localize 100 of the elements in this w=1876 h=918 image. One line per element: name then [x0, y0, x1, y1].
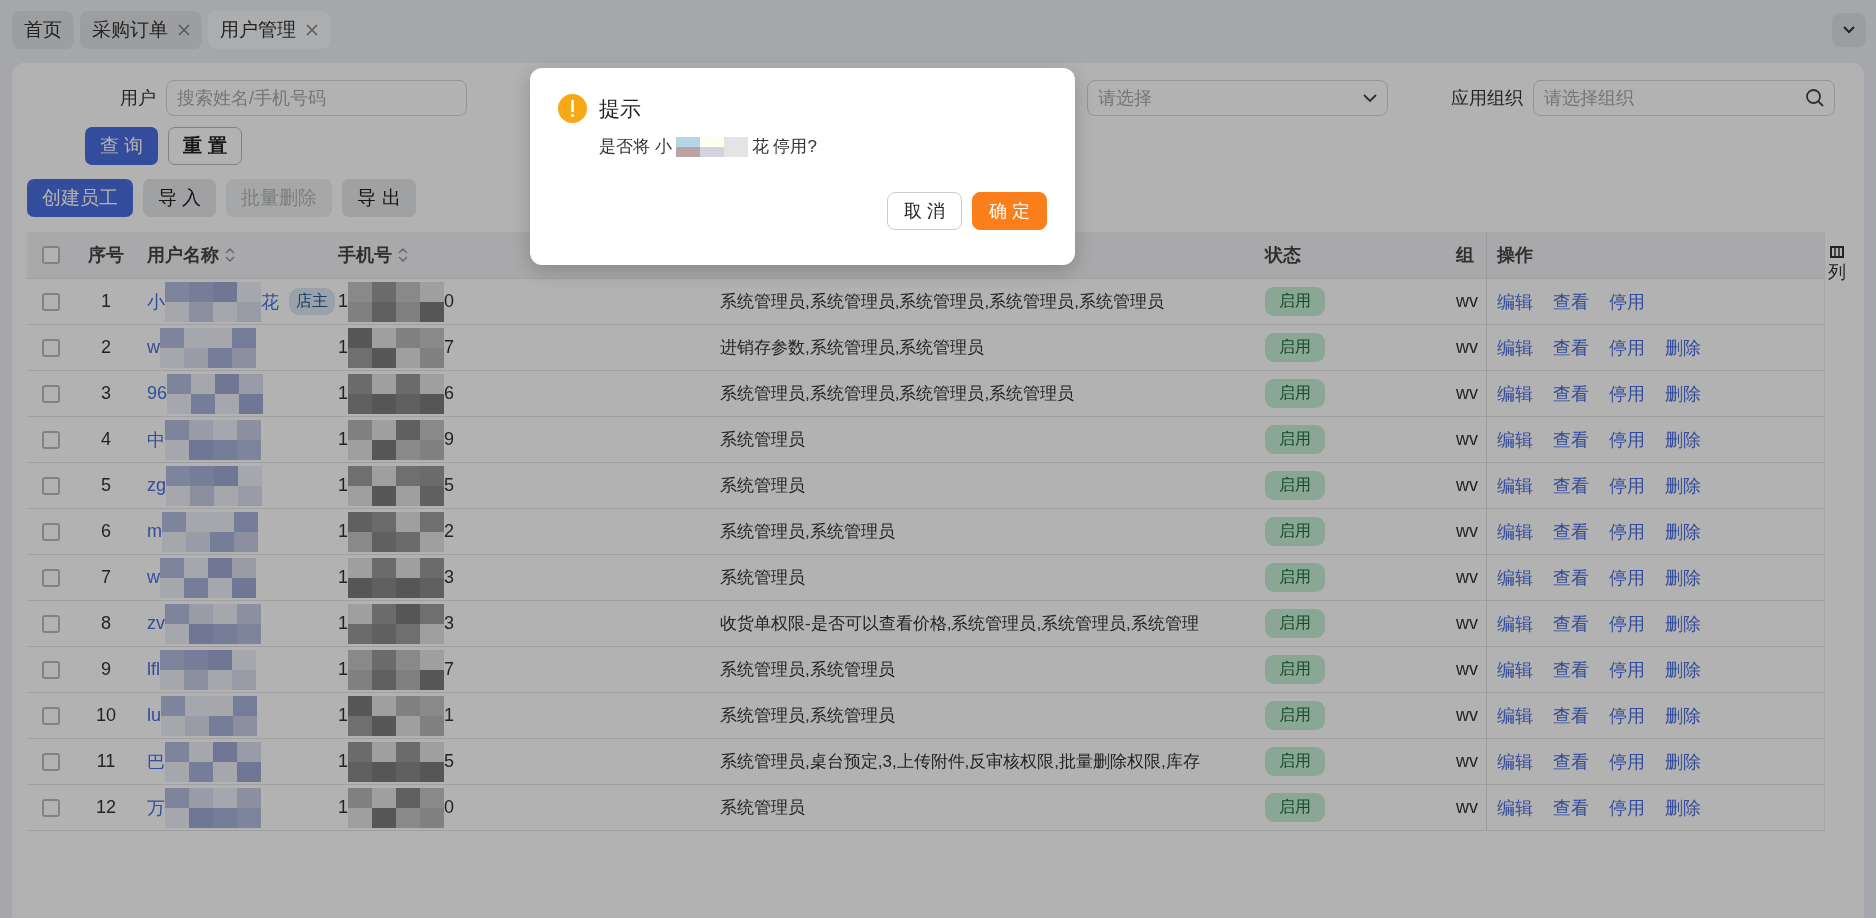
search-icon[interactable]: [1805, 88, 1825, 108]
tab[interactable]: 用户管理: [208, 11, 330, 49]
table-cell: wv: [1456, 475, 1478, 496]
close-icon[interactable]: [178, 24, 190, 36]
user-name-link[interactable]: w: [147, 567, 160, 588]
action-link[interactable]: 编辑: [1497, 381, 1533, 406]
user-name-link[interactable]: 万: [147, 795, 165, 820]
action-link[interactable]: 编辑: [1497, 519, 1533, 544]
table-cell: 11: [96, 751, 116, 772]
checkbox[interactable]: [42, 430, 60, 449]
user-name-link[interactable]: lu: [147, 705, 161, 726]
checkbox[interactable]: [42, 752, 60, 771]
action-link[interactable]: 查看: [1553, 657, 1589, 682]
tab[interactable]: 首页: [12, 11, 74, 49]
action-link[interactable]: 删除: [1665, 519, 1701, 544]
action-link[interactable]: 编辑: [1497, 565, 1533, 590]
action-link[interactable]: 删除: [1665, 335, 1701, 360]
user-name-link[interactable]: 小: [147, 289, 165, 314]
checkbox[interactable]: [42, 614, 60, 633]
user-name-link[interactable]: 巴: [147, 749, 165, 774]
action-link[interactable]: 停用: [1609, 473, 1645, 498]
user-name-link[interactable]: 中: [147, 427, 165, 452]
action-link[interactable]: 停用: [1609, 703, 1645, 728]
filter-button[interactable]: 查 询: [85, 127, 159, 165]
action-link[interactable]: 查看: [1553, 335, 1589, 360]
action-link[interactable]: 查看: [1553, 565, 1589, 590]
column-settings-button[interactable]: 列: [1824, 232, 1849, 831]
checkbox[interactable]: [42, 246, 60, 264]
filter-button[interactable]: 重 置: [168, 127, 242, 165]
toolbar-button[interactable]: 导 出: [342, 179, 416, 217]
checkbox[interactable]: [42, 522, 60, 541]
action-link[interactable]: 停用: [1609, 611, 1645, 636]
table-cell: wv: [1456, 291, 1478, 312]
action-link[interactable]: 停用: [1609, 381, 1645, 406]
org-field[interactable]: 请选择组织: [1533, 80, 1835, 116]
dropdown-button[interactable]: [1832, 13, 1866, 47]
action-link[interactable]: 停用: [1609, 289, 1645, 314]
action-link[interactable]: 查看: [1553, 381, 1589, 406]
toolbar-button[interactable]: 创建员工: [27, 179, 133, 217]
action-link[interactable]: 编辑: [1497, 749, 1533, 774]
sort-icon[interactable]: [225, 248, 235, 262]
close-icon[interactable]: [306, 24, 318, 36]
action-link[interactable]: 编辑: [1497, 611, 1533, 636]
action-link[interactable]: 编辑: [1497, 473, 1533, 498]
table-cell: wv: [1456, 521, 1478, 542]
action-link[interactable]: 停用: [1609, 519, 1645, 544]
action-link[interactable]: 查看: [1553, 473, 1589, 498]
action-link[interactable]: 查看: [1553, 427, 1589, 452]
action-link[interactable]: 查看: [1553, 703, 1589, 728]
user-name-link[interactable]: m: [147, 521, 162, 542]
tab[interactable]: 采购订单: [80, 11, 202, 49]
action-link[interactable]: 编辑: [1497, 289, 1533, 314]
user-name-link[interactable]: w: [147, 337, 160, 358]
action-link[interactable]: 删除: [1665, 749, 1701, 774]
action-link[interactable]: 查看: [1553, 795, 1589, 820]
action-link[interactable]: 删除: [1665, 565, 1701, 590]
action-link[interactable]: 停用: [1609, 427, 1645, 452]
checkbox[interactable]: [42, 798, 60, 817]
user-name-link[interactable]: 96: [147, 383, 168, 404]
action-link[interactable]: 删除: [1665, 611, 1701, 636]
action-link[interactable]: 编辑: [1497, 335, 1533, 360]
action-link[interactable]: 查看: [1553, 749, 1589, 774]
status-tag: 启用: [1265, 471, 1325, 500]
action-link[interactable]: 停用: [1609, 657, 1645, 682]
checkbox[interactable]: [42, 660, 60, 679]
dialog-button[interactable]: 取 消: [886, 192, 962, 230]
table-cell-text: 进销存参数,系统管理员,系统管理员: [720, 337, 985, 359]
dialog-button[interactable]: 确 定: [972, 192, 1047, 230]
table-cell: 0: [444, 797, 455, 818]
checkbox[interactable]: [42, 706, 60, 725]
user-name-link[interactable]: zv: [147, 613, 165, 634]
action-link[interactable]: 编辑: [1497, 795, 1533, 820]
action-link[interactable]: 停用: [1609, 749, 1645, 774]
action-link[interactable]: 编辑: [1497, 703, 1533, 728]
user-name-link[interactable]: zg: [147, 475, 166, 496]
user-name-link[interactable]: 花: [261, 289, 279, 314]
action-link[interactable]: 删除: [1665, 427, 1701, 452]
action-link[interactable]: 停用: [1609, 565, 1645, 590]
sort-icon[interactable]: [398, 248, 408, 262]
toolbar-button[interactable]: 导 入: [143, 179, 217, 217]
action-link[interactable]: 停用: [1609, 335, 1645, 360]
select-field[interactable]: 请选择: [1087, 80, 1388, 116]
user-name-link[interactable]: lfl: [147, 659, 160, 680]
checkbox[interactable]: [42, 568, 60, 587]
checkbox[interactable]: [42, 338, 60, 357]
checkbox[interactable]: [42, 476, 60, 495]
action-link[interactable]: 删除: [1665, 381, 1701, 406]
action-link[interactable]: 查看: [1553, 611, 1589, 636]
action-link[interactable]: 删除: [1665, 703, 1701, 728]
action-link[interactable]: 删除: [1665, 657, 1701, 682]
action-link[interactable]: 查看: [1553, 519, 1589, 544]
checkbox[interactable]: [42, 292, 60, 311]
action-link[interactable]: 删除: [1665, 473, 1701, 498]
action-link[interactable]: 删除: [1665, 795, 1701, 820]
action-link[interactable]: 停用: [1609, 795, 1645, 820]
action-link[interactable]: 编辑: [1497, 427, 1533, 452]
checkbox[interactable]: [42, 384, 60, 403]
action-link[interactable]: 查看: [1553, 289, 1589, 314]
action-link[interactable]: 编辑: [1497, 657, 1533, 682]
search-field[interactable]: 搜索姓名/手机号码: [166, 80, 467, 116]
